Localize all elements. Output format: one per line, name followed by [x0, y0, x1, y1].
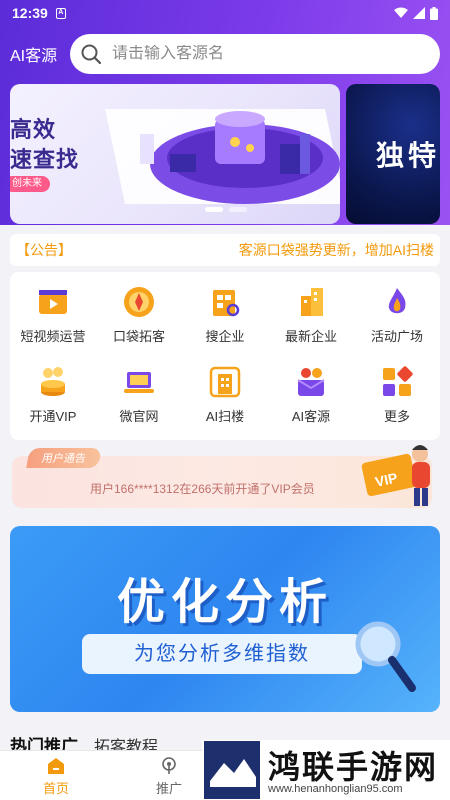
grid-item-vip[interactable]: 开通VIP: [10, 358, 96, 438]
magnifier-icon: [355, 621, 416, 692]
vip-card-person-illustration: VIP: [361, 445, 430, 506]
vip-notice-badge: 用户通告: [26, 448, 102, 468]
watermark-logo: [204, 741, 260, 799]
banner-tagline: 创未来: [10, 176, 50, 192]
search-box[interactable]: [70, 34, 440, 74]
battery-icon: [430, 6, 438, 20]
promo-subtitle: 为您分析多维指数: [82, 634, 362, 674]
banner-slide-current[interactable]: 高效 速查找 创未来: [10, 84, 340, 224]
announcement-bar[interactable]: 【公告】 客源口袋强势更新，增加AI扫楼: [10, 234, 440, 266]
grid-item-label: 更多: [383, 409, 410, 424]
optimize-analysis-banner[interactable]: 优化分析 为您分析多维指数: [10, 526, 440, 712]
search-row: AI客源: [0, 34, 450, 74]
grid-item-label: 微官网: [119, 409, 159, 424]
nav-home-label: 首页: [42, 781, 69, 796]
grid-item-micro-site[interactable]: 微官网: [96, 358, 182, 438]
brand-label[interactable]: AI客源: [10, 42, 68, 66]
film-clapper-icon: [39, 290, 67, 314]
grid-item-label: AI扫楼: [205, 409, 245, 424]
announcement-tag: 【公告】: [16, 242, 72, 258]
grid-item-activity[interactable]: 活动广场: [354, 278, 440, 358]
nav-promote-label: 推广: [155, 781, 182, 796]
banner-next-text: 独特: [376, 140, 440, 171]
watermark-title: 鸿联手游网: [268, 749, 439, 785]
search-icon: [81, 44, 102, 65]
grid-item-label: 口袋拓客: [112, 329, 165, 344]
grid-item-label: 短视频运营: [20, 329, 86, 344]
broadcast-icon: [162, 757, 176, 774]
building-scan-icon: [209, 366, 241, 398]
carousel-indicator: [205, 207, 247, 212]
ai-customer-icon: [297, 368, 325, 396]
search-input[interactable]: [112, 45, 412, 63]
flame-trophy-icon: [388, 288, 406, 314]
banner-slide-next[interactable]: 独特: [346, 84, 440, 224]
banner-slogan-line2: 速查找: [10, 147, 80, 172]
nav-home[interactable]: 首页: [26, 757, 86, 797]
carousel-dot: [229, 207, 247, 212]
grid-item-label: 活动广场: [370, 329, 423, 344]
grid-item-pocket[interactable]: 口袋拓客: [96, 278, 182, 358]
laptop-web-icon: [124, 372, 154, 393]
signal-icon: [413, 7, 425, 19]
vip-notice-text: 用户166****1312在266天前开通了VIP会员: [90, 482, 315, 496]
watermark-url: www.henanhonglian95.com: [268, 783, 403, 795]
announcement-message: 客源口袋强势更新，增加AI扫楼: [238, 242, 434, 258]
app-notification-icon: A: [55, 7, 66, 19]
pocket-compass-icon: [124, 287, 154, 317]
banner-slogan-line1: 高效: [10, 117, 57, 142]
grid-item-new-company[interactable]: 最新企业: [268, 278, 354, 358]
carousel-dot-active: [205, 207, 223, 212]
grid-item-label: 搜企业: [205, 329, 245, 344]
status-bar: 12:39 A: [0, 0, 450, 26]
more-blocks-icon: [383, 366, 413, 396]
watermark: 鸿联手游网 www.henanhonglian95.com: [202, 740, 450, 800]
new-building-icon: [301, 288, 323, 316]
status-icons: [394, 6, 438, 20]
wifi-icon: [394, 7, 408, 18]
grid-item-more[interactable]: 更多: [354, 358, 440, 438]
grid-item-label: AI客源: [291, 409, 331, 424]
grid-item-search-company[interactable]: 搜企业: [182, 278, 268, 358]
feature-grid: 短视频运营 口袋拓客 搜企业 最新企业 活动广场 开通VIP 微官网 AI扫楼 …: [10, 272, 440, 440]
grid-item-label: 最新企业: [284, 329, 337, 344]
home-icon: [48, 758, 64, 774]
company-search-icon: [213, 290, 240, 317]
grid-item-ai-scan[interactable]: AI扫楼: [182, 358, 268, 438]
grid-item-short-video[interactable]: 短视频运营: [10, 278, 96, 358]
nav-promote[interactable]: 推广: [139, 757, 199, 797]
grid-item-ai-customer[interactable]: AI客源: [268, 358, 354, 438]
vip-coins-icon: [41, 367, 65, 396]
grid-item-label: 开通VIP: [29, 409, 77, 424]
status-time: 12:39: [12, 5, 48, 21]
